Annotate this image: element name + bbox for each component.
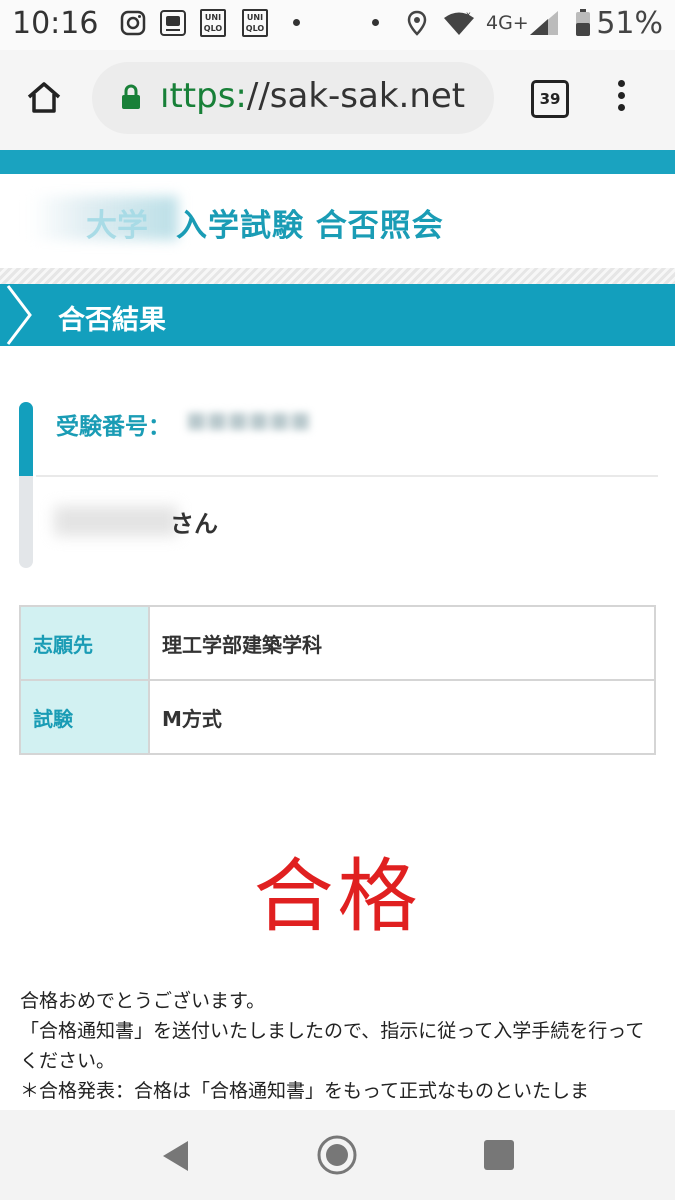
table-key: 試験 — [19, 679, 150, 755]
notification-dot-icon — [293, 19, 300, 26]
home-button-icon[interactable] — [316, 1134, 358, 1176]
tab-switcher-button[interactable]: 39 — [531, 80, 569, 118]
location-icon — [407, 10, 427, 36]
card-accent-bar — [19, 402, 33, 476]
message-line: 合格おめでとうございます。 — [20, 990, 266, 1012]
recent-apps-icon[interactable] — [484, 1140, 514, 1170]
message-line: ＊合格発表：合格は「合格通知書」をもって正式なものといたしま — [20, 1080, 590, 1102]
exam-number-redacted: ■■■■■■ — [186, 408, 311, 433]
status-bar: 10:16 UNI QLO UNI QLO x 4G+ 51% — [0, 0, 675, 50]
result-message: 合格おめでとうございます。 「合格通知書」を送付いたしましたので、指示に従って入… — [20, 986, 660, 1106]
app-notification-icon — [160, 10, 186, 36]
status-time: 10:16 — [12, 6, 99, 41]
table-value: 理工学部建築学科 — [148, 605, 656, 681]
message-line: 「合格通知書」を送付いたしましたので、指示に従って入学手続を行ってください。 — [20, 1020, 645, 1072]
svg-text:x: x — [466, 10, 471, 19]
overflow-menu-icon[interactable] — [614, 80, 628, 116]
network-type: 4G+ — [486, 12, 529, 34]
applicant-name-redacted — [54, 506, 178, 536]
university-name-blurred: 大学 — [86, 208, 148, 244]
url-scheme: ıttps: — [160, 76, 247, 116]
battery-percent: 51% — [596, 6, 663, 41]
table-row: 試験 M方式 — [19, 679, 656, 755]
uniqlo-notification-icon: UNI QLO — [200, 9, 226, 37]
instagram-icon — [120, 10, 146, 36]
applicant-honorific: さん — [170, 510, 218, 538]
home-icon[interactable] — [26, 80, 62, 116]
table-row: 志願先 理工学部建築学科 — [19, 605, 656, 681]
header-divider — [0, 268, 675, 284]
exam-number-label: 受験番号： — [56, 414, 171, 440]
table-key: 志願先 — [19, 605, 150, 681]
section-title: 合否結果 — [58, 305, 166, 336]
application-info-table: 志願先 理工学部建築学科 試験 M方式 — [19, 605, 656, 755]
url-host: //sak-sak.net — [246, 76, 466, 116]
header-top-band — [0, 150, 675, 174]
url-text[interactable]: ıttps://sak-sak.net — [160, 76, 480, 116]
card-divider — [36, 475, 658, 477]
table-value: M方式 — [148, 679, 656, 755]
wifi-icon: x — [444, 10, 474, 35]
signal-icon — [530, 11, 558, 35]
admission-result: 合格 — [253, 850, 422, 943]
battery-icon — [576, 9, 590, 36]
chevron-right-icon — [6, 285, 32, 345]
uniqlo-notification-icon-2: UNI QLO — [242, 9, 268, 37]
notification-dot-icon-2 — [372, 19, 379, 26]
page-title: 入学試験 合否照会 — [176, 208, 444, 244]
back-icon[interactable] — [160, 1139, 190, 1173]
lock-icon — [122, 84, 140, 109]
